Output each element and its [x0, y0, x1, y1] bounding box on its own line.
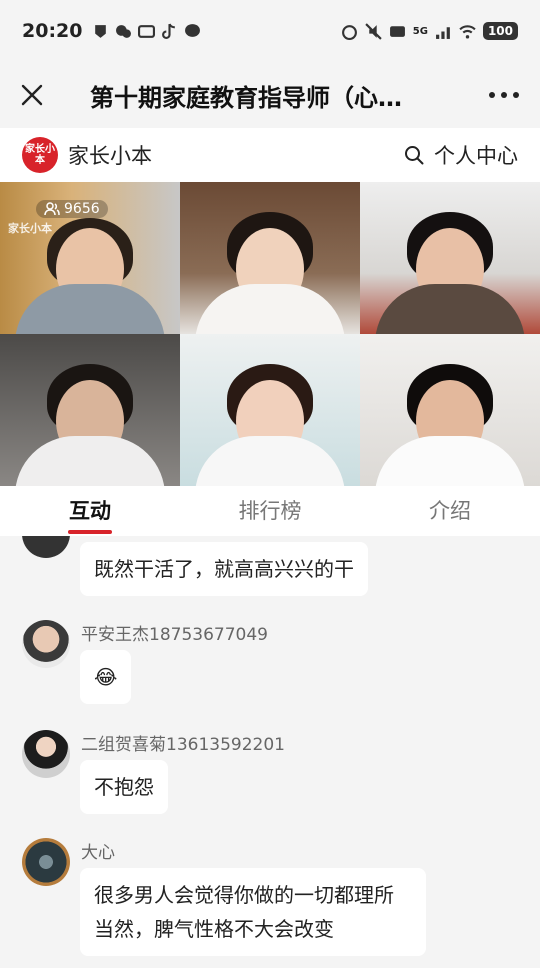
sender-name: 大心 [81, 843, 115, 863]
channel-header: 家长小本 家长小本 个人中心 [0, 128, 540, 182]
video-app-icon [138, 24, 156, 38]
signal-icon [436, 26, 450, 39]
wechat-icon [116, 24, 132, 38]
tiktok-icon [162, 23, 176, 39]
tab-intro[interactable]: 介绍 [360, 486, 540, 536]
avatar[interactable] [22, 536, 70, 558]
personal-center-link[interactable]: 个人中心 [404, 140, 518, 170]
video-tile-6[interactable] [360, 334, 540, 486]
wifi-icon [459, 24, 476, 39]
chat-message: 平安王杰18753677049 😂 [22, 620, 502, 710]
watermark: 家长小本 [8, 222, 52, 235]
alarm-icon [341, 24, 357, 40]
participant-body [375, 284, 525, 334]
viewer-count-badge: 9656 [36, 200, 108, 218]
chat-bubble-icon [185, 23, 201, 37]
network-type: 5G [412, 25, 428, 37]
message-bubble: 既然干活了，就高高兴兴的干 [80, 542, 368, 596]
participant-body [15, 436, 165, 486]
video-grid[interactable]: 9656 家长小本 [0, 182, 540, 486]
sender-name: 二组贺喜菊13613592201 [81, 735, 285, 755]
nav-bar: 第十期家庭教育指导师（心… [0, 62, 540, 128]
battery-level: 100 [482, 22, 518, 40]
notification-icons [92, 23, 201, 40]
participant-body [195, 284, 345, 334]
video-tile-2[interactable] [180, 182, 360, 334]
close-icon [21, 84, 43, 106]
tab-interaction[interactable]: 互动 [0, 486, 180, 536]
message-bubble: 😂 [80, 650, 132, 704]
message-bubble: 不抱怨 [80, 760, 168, 814]
live-overlay: 9656 家长小本 [8, 200, 108, 236]
participant-body [15, 284, 165, 334]
video-tile-5[interactable] [180, 334, 360, 486]
channel-name[interactable]: 家长小本 [68, 140, 152, 170]
avatar[interactable] [22, 620, 70, 668]
chat-message: 既然干活了，就高高兴兴的干 [22, 536, 502, 600]
video-tile-4[interactable] [0, 334, 180, 486]
video-tile-host[interactable]: 9656 家长小本 [0, 182, 180, 334]
participant-body [375, 436, 525, 486]
avatar[interactable] [22, 838, 70, 886]
more-button[interactable] [484, 79, 524, 111]
video-tile-3[interactable] [360, 182, 540, 334]
status-bar: 20:20 5G 100 [0, 0, 540, 62]
search-icon[interactable] [404, 145, 424, 165]
system-icons: 5G 100 [341, 22, 518, 40]
viewers-icon [44, 202, 60, 216]
close-button[interactable] [16, 79, 48, 111]
shield-check-icon [95, 24, 107, 38]
personal-center-label[interactable]: 个人中心 [434, 140, 518, 170]
chat-list[interactable]: 既然干活了，就高高兴兴的干 平安王杰18753677049 😂 二组贺喜菊136… [0, 536, 540, 968]
message-bubble: 很多男人会觉得你做的一切都理所当然，脾气性格不大会改变 [80, 868, 426, 956]
tab-bar: 互动 排行榜 介绍 [0, 486, 540, 536]
avatar[interactable] [22, 730, 70, 778]
more-dots-icon [489, 92, 519, 98]
page-title: 第十期家庭教育指导师（心… [90, 83, 402, 112]
clock: 20:20 [22, 20, 83, 42]
channel-logo[interactable]: 家长小本 [22, 137, 58, 173]
tab-leaderboard[interactable]: 排行榜 [180, 486, 360, 536]
participant-body [195, 436, 345, 486]
viewer-count: 9656 [64, 201, 100, 217]
mute-icon [365, 22, 382, 40]
chat-message: 大心 很多男人会觉得你做的一切都理所当然，脾气性格不大会改变 [22, 838, 502, 968]
chat-message: 二组贺喜菊13613592201 不抱怨 [22, 730, 502, 820]
hd-icon [389, 25, 405, 37]
sender-name: 平安王杰18753677049 [81, 625, 268, 645]
